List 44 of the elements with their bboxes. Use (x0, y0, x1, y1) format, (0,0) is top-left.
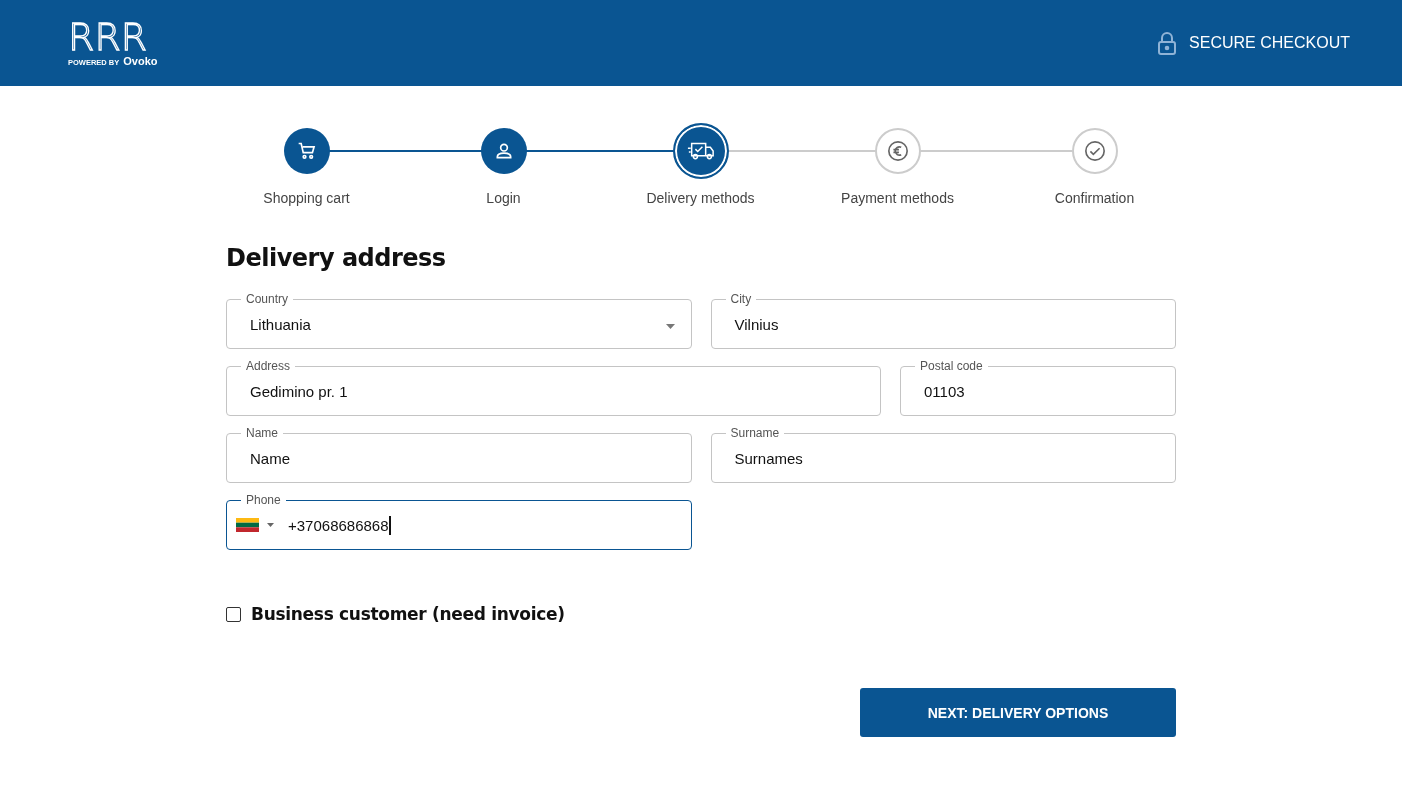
step-label: Payment methods (841, 190, 954, 206)
checkbox[interactable] (226, 606, 241, 622)
checkbox-label: Business customer (need invoice) (251, 604, 565, 624)
field-value: Name (250, 449, 290, 467)
input-field[interactable]: Name Name (226, 426, 692, 483)
field-label: Postal code (919, 359, 984, 373)
field-label: City (729, 292, 753, 306)
phone-field[interactable]: Phone +37068686868 (226, 493, 692, 550)
step-label: Delivery methods (646, 190, 755, 206)
input-field[interactable]: Postal code 01103 (900, 359, 1176, 416)
flag-icon[interactable] (236, 518, 259, 532)
brand-name: Ovoko (123, 55, 158, 67)
field-value: Vilnius (734, 315, 779, 333)
step-label: Login (486, 190, 521, 206)
field-value: Lithuania (250, 315, 311, 333)
step-label: Shopping cart (263, 190, 350, 206)
logo-letters: RRR (68, 19, 148, 55)
field-label: Surname (729, 426, 781, 440)
step-circle[interactable] (283, 128, 330, 174)
caret-icon[interactable] (267, 523, 274, 527)
section-title: Delivery address (226, 244, 447, 272)
step-label: Confirmation (1054, 190, 1135, 206)
field-value: Gedimino pr. 1 (250, 382, 348, 400)
input-field[interactable]: Surname Surnames (710, 426, 1176, 483)
shopping-cart-icon (296, 141, 317, 161)
field-label: Country (245, 292, 290, 306)
lock-icon (1157, 30, 1178, 56)
field-label: Phone (245, 493, 282, 507)
truck-icon (686, 140, 715, 162)
field-label: Address (245, 359, 292, 373)
dropdown-caret-icon (665, 324, 675, 329)
field-label: Name (245, 426, 279, 440)
check-circle-icon (1083, 140, 1106, 162)
input-field[interactable]: City Vilnius (710, 292, 1176, 349)
step-circle[interactable] (480, 128, 527, 174)
secure-checkout-label: SECURE CHECKOUT (1189, 34, 1350, 52)
field-value: Surnames (734, 449, 803, 467)
euro-icon (886, 140, 909, 162)
field-value: +37068686868 (288, 516, 389, 534)
input-field[interactable]: Address Gedimino pr. 1 (226, 359, 881, 416)
next-button[interactable]: NEXT: DELIVERY OPTIONS (860, 688, 1176, 737)
field-value: 01103 (924, 382, 965, 400)
select-field[interactable]: Country Lithuania (226, 292, 692, 349)
text-cursor (388, 515, 391, 535)
